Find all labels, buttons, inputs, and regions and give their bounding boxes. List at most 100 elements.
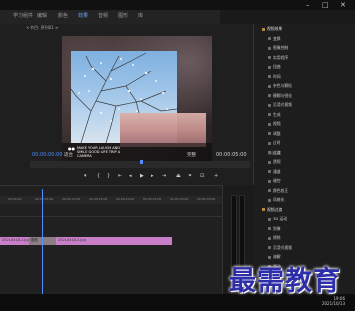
- effects-item-label: 模糊与锐化: [273, 92, 292, 98]
- time-ruler[interactable]: [0, 196, 222, 204]
- effects-item-label: 颜色校正: [273, 187, 289, 193]
- export-frame-icon[interactable]: ⊡: [200, 173, 204, 179]
- go-to-in-icon[interactable]: ⇤: [118, 173, 122, 179]
- close-window-button[interactable]: ✕: [340, 1, 346, 9]
- caption-text: MAKE YOUR LAUGH AND SMILE GOOD LIFE TRIP…: [77, 146, 121, 158]
- effects-item[interactable]: 3D 运动: [268, 217, 287, 221]
- effects-item[interactable]: 杂色与颗粒: [268, 84, 292, 88]
- effect-icon: [268, 65, 271, 69]
- ruler-tick: 00:00:20:00: [116, 197, 135, 201]
- play-icon[interactable]: ▶: [140, 173, 144, 179]
- watermark: 最需教育: [229, 266, 341, 297]
- effects-item[interactable]: 过渡: [268, 150, 281, 155]
- effects-folder[interactable]: 视频过渡: [262, 207, 282, 212]
- effect-icon: [268, 246, 271, 249]
- effects-item[interactable]: 透视: [268, 160, 281, 164]
- effects-item-label: 实用程序: [273, 54, 289, 60]
- workspace-tab-libraries[interactable]: 库: [138, 12, 143, 20]
- mark-out-icon[interactable]: }: [107, 173, 110, 179]
- effect-icon: [268, 113, 271, 116]
- effect-icon: [268, 227, 271, 230]
- effect-icon: [268, 56, 271, 59]
- zoom-select[interactable]: 适合: [64, 152, 73, 158]
- effects-item[interactable]: 调整: [268, 130, 281, 136]
- ruler-tick: 00:00:25:00: [143, 197, 162, 201]
- graphic-clip-label[interactable]: 图形: [31, 238, 38, 243]
- workspace-tab-editing[interactable]: 编辑: [37, 12, 47, 20]
- effects-item[interactable]: 擦除: [268, 236, 281, 240]
- effect-icon: [268, 189, 271, 192]
- step-forward-icon[interactable]: ▸: [151, 173, 154, 179]
- effects-item-label: 图像控制: [273, 45, 289, 50]
- clip-label[interactable]: 20210418-1.jpg: [2, 238, 30, 242]
- effects-folder[interactable]: 视频效果: [262, 27, 282, 31]
- effects-item[interactable]: 图像控制: [268, 46, 288, 50]
- effects-item-label: 调整: [273, 130, 281, 136]
- clip-label[interactable]: 20210418-2.jpg: [58, 238, 86, 242]
- effects-item-label: 3D 运动: [273, 216, 288, 221]
- workspace-tab-assembly[interactable]: 组件: [23, 12, 33, 20]
- close-panel-icon[interactable]: ×: [26, 25, 29, 30]
- timeline-panel: 00:00:00 00:00:05:00 00:00:10:00 00:00:1…: [0, 185, 222, 295]
- menu-bar: – □ ✕: [0, 0, 355, 10]
- go-to-out-icon[interactable]: ⇥: [162, 173, 166, 179]
- transport-controls: ▾ { } ⇤ ◂ ▶ ▸ ⇥ ⏏ ⏷ ⊡ +: [80, 173, 250, 181]
- lift-icon[interactable]: ⏏: [176, 173, 181, 179]
- effects-item[interactable]: 实用程序: [268, 54, 289, 60]
- effect-icon: [268, 103, 271, 107]
- mark-in-icon[interactable]: {: [97, 173, 100, 179]
- effects-item-label: 划像: [273, 225, 281, 231]
- effects-item-label: 风格化: [273, 197, 285, 202]
- effect-icon: [268, 170, 271, 173]
- effects-item[interactable]: 变换: [268, 36, 281, 41]
- button-editor-icon[interactable]: +: [214, 173, 218, 179]
- effects-item[interactable]: 模糊与锐化: [268, 92, 292, 98]
- ruler-tick: 00:00:05:00: [35, 197, 54, 201]
- effects-item[interactable]: 视频: [268, 122, 281, 126]
- workspace-tab-effects[interactable]: 效果: [78, 12, 88, 20]
- ruler-tick: 00:00:15:00: [89, 197, 108, 201]
- program-monitor-title[interactable]: 节目: 序列01 ≡: [30, 25, 58, 31]
- effect-icon: [268, 122, 271, 126]
- effects-item-label: 擦除: [273, 235, 281, 240]
- effects-item[interactable]: 时间: [268, 74, 281, 79]
- playhead-timecode[interactable]: 00:00:00:00: [32, 152, 63, 158]
- effects-item[interactable]: 扭曲: [268, 65, 281, 69]
- effects-item[interactable]: 风格化: [268, 198, 284, 202]
- effects-item-label: 通道: [273, 168, 281, 174]
- workspace-tab-graphics[interactable]: 图形: [118, 12, 128, 20]
- maximize-button[interactable]: □: [322, 1, 329, 9]
- overlay-image: [120, 113, 206, 147]
- scrub-playhead[interactable]: [140, 160, 143, 164]
- effect-icon: [268, 94, 271, 97]
- effect-icon: [268, 46, 271, 50]
- step-back-icon[interactable]: ◂: [129, 173, 132, 179]
- effects-item[interactable]: 过时: [268, 141, 281, 145]
- effects-item[interactable]: 划像: [268, 225, 281, 231]
- workspace-tab-color[interactable]: 颜色: [58, 12, 68, 20]
- effects-item[interactable]: 键控: [268, 179, 281, 183]
- workspace-tab-learn[interactable]: 学习: [13, 12, 23, 20]
- effects-item[interactable]: 颜色校正: [268, 187, 289, 193]
- timeline-playhead[interactable]: [42, 189, 43, 294]
- effects-item[interactable]: 沉浸式视频: [268, 103, 292, 107]
- effect-icon: [268, 236, 271, 240]
- effect-icon: [268, 37, 271, 40]
- effects-item[interactable]: 通道: [268, 168, 281, 174]
- effects-item-label: 生成: [273, 111, 281, 117]
- minimize-button[interactable]: –: [306, 1, 310, 9]
- workspace-tab-audio[interactable]: 音频: [98, 12, 108, 20]
- resolution-select[interactable]: 完整: [187, 152, 196, 158]
- ruler-tick: 00:00:00: [8, 197, 22, 201]
- add-marker-icon[interactable]: ▾: [84, 173, 87, 179]
- track-divider: [0, 216, 222, 217]
- effect-icon: [268, 217, 271, 221]
- effects-item[interactable]: 沉浸式视频: [268, 245, 292, 250]
- duration-timecode: 00:00:05:00: [216, 152, 247, 158]
- effect-icon: [268, 179, 271, 183]
- effects-item-label: 键控: [273, 178, 281, 183]
- folder-icon: [262, 27, 265, 31]
- extract-icon[interactable]: ⏷: [188, 173, 192, 179]
- ruler-tick: 00:00:35:00: [197, 197, 216, 201]
- effects-item[interactable]: 生成: [268, 111, 281, 117]
